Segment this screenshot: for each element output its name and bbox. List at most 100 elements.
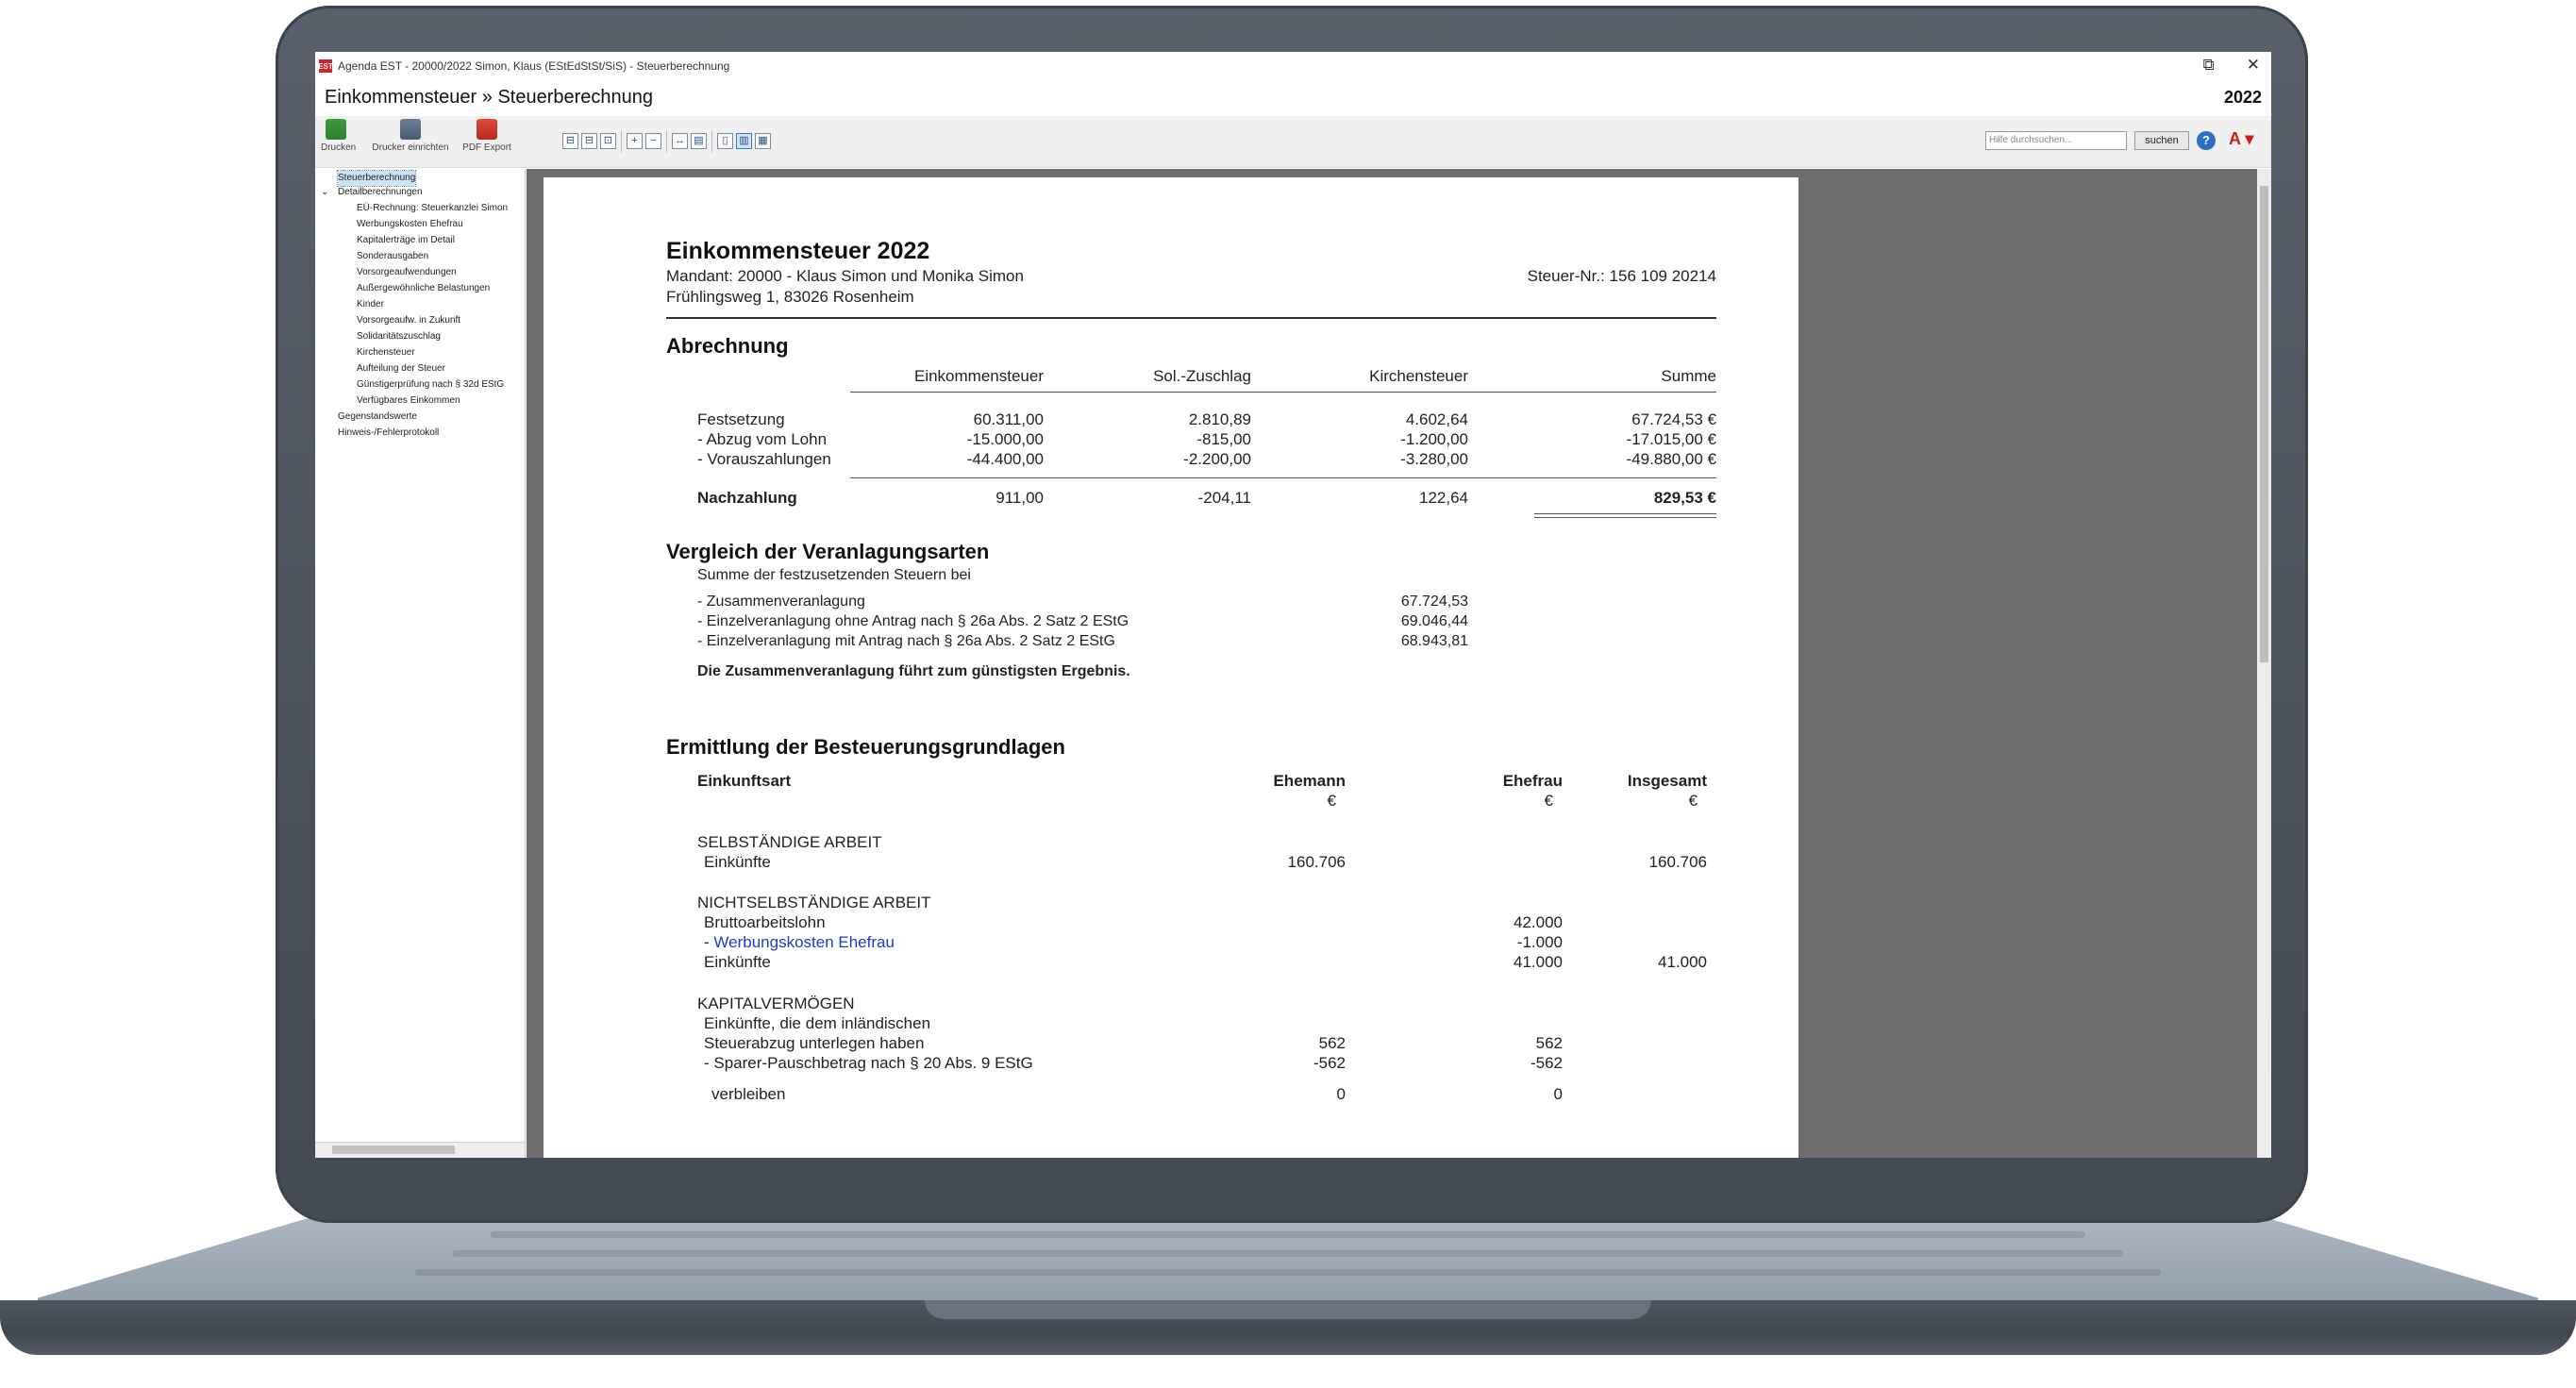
cell-value: -815,00 bbox=[1196, 430, 1251, 448]
nav-item-aussergewoehnliche-belastungen[interactable]: Außergewöhnliche Belastungen bbox=[357, 281, 490, 296]
nav-item-werbungskosten[interactable]: Werbungskosten Ehefrau bbox=[357, 217, 463, 232]
app-icon: EST bbox=[318, 59, 333, 73]
nav-item-sonderausgaben[interactable]: Sonderausgaben bbox=[357, 249, 428, 264]
cell-value: -3.280,00 bbox=[1400, 450, 1468, 468]
laptop-screen: EST Agenda EST - 20000/2022 Simon, Klaus… bbox=[315, 52, 2271, 1158]
row-label: verbleiben bbox=[711, 1085, 786, 1103]
cell-value: 41.000 bbox=[1514, 953, 1563, 971]
cell-value: -1.000 bbox=[1516, 933, 1563, 951]
cell-value: -49.880,00 € bbox=[1626, 450, 1716, 468]
column-header: Einkommensteuer bbox=[913, 367, 1044, 385]
table-rule bbox=[850, 477, 1716, 478]
printer-setup-icon bbox=[400, 119, 421, 140]
comparison-label: - Einzelveranlagung mit Antrag nach § 26… bbox=[697, 633, 1115, 649]
single-page-icon[interactable]: ▯ bbox=[717, 133, 733, 149]
header-rule bbox=[666, 317, 1716, 319]
acrobat-icon[interactable]: A ▾ bbox=[2229, 129, 2253, 149]
comparison-label: - Einzelveranlagung ohne Antrag nach § 2… bbox=[697, 613, 1129, 629]
printer-setup-button[interactable]: Drucker einrichten bbox=[372, 119, 449, 153]
toolbar: Drucken Drucker einrichten PDF Export ⊟ … bbox=[315, 116, 2271, 168]
fit-width-icon[interactable]: ↔ bbox=[672, 133, 688, 149]
previous-page-icon[interactable]: ⊟ bbox=[581, 133, 597, 149]
column-header: Sol.-Zuschlag bbox=[1153, 367, 1251, 385]
cell-value: -2.200,00 bbox=[1183, 450, 1251, 468]
keyboard-row bbox=[491, 1231, 2085, 1238]
scrollbar-thumb[interactable] bbox=[2260, 186, 2268, 662]
row-label: Einkünfte bbox=[704, 853, 771, 871]
keyboard-row bbox=[453, 1250, 2123, 1257]
scrollbar-thumb[interactable] bbox=[332, 1146, 455, 1154]
fit-page-icon[interactable]: ▤ bbox=[691, 133, 707, 149]
zoom-out-icon[interactable]: − bbox=[645, 133, 661, 149]
first-page-icon[interactable]: ⊟ bbox=[562, 133, 578, 149]
row-label: Einkünfte, die dem inländischen bbox=[704, 1014, 931, 1032]
total-value: -204,11 bbox=[1197, 489, 1251, 507]
client-name: Mandant: 20000 - Klaus Simon und Monika … bbox=[666, 267, 1024, 285]
breadcrumb-parent[interactable]: Einkommensteuer bbox=[325, 87, 477, 108]
nav-item-verfuegbares-einkommen[interactable]: Verfügbares Einkommen bbox=[357, 393, 460, 409]
help-icon[interactable]: ? bbox=[2197, 131, 2216, 150]
cell-value: 160.706 bbox=[1287, 853, 1346, 871]
comparison-value: 67.724,53 bbox=[1400, 594, 1468, 610]
year-label: 2022 bbox=[2223, 88, 2262, 107]
tree-expand-icon[interactable]: ⌄ bbox=[321, 185, 328, 200]
vertical-scrollbar[interactable] bbox=[2257, 169, 2271, 1158]
cell-value: 60.311,00 bbox=[973, 410, 1044, 428]
continuous-view-icon[interactable]: ▥ bbox=[736, 133, 752, 149]
toolbar-divider bbox=[711, 131, 712, 152]
column-header: Insgesamt bbox=[1627, 772, 1707, 790]
nav-item-vorsorgeaufwendungen[interactable]: Vorsorgeaufwendungen bbox=[357, 265, 457, 280]
help-search-input[interactable]: Hilfe durchsuchen... bbox=[1985, 131, 2127, 150]
total-value: 829,53 € bbox=[1653, 489, 1716, 507]
two-page-icon[interactable]: ▦ bbox=[755, 133, 771, 149]
print-label: Drucken bbox=[321, 142, 357, 153]
pdf-export-button[interactable]: PDF Export bbox=[460, 119, 513, 153]
nav-item-aufteilung[interactable]: Aufteilung der Steuer bbox=[357, 361, 445, 376]
nav-item-vorsorge-zukunft[interactable]: Vorsorgeaufw. in Zukunft bbox=[357, 313, 460, 328]
currency-label: € bbox=[1688, 792, 1698, 810]
row-label: Festsetzung bbox=[697, 410, 785, 428]
document-title: Einkommensteuer 2022 bbox=[666, 238, 930, 264]
close-window-icon[interactable]: ✕ bbox=[2247, 56, 2260, 75]
nav-item-gegenstandswerte[interactable]: Gegenstandswerte bbox=[338, 410, 417, 425]
restore-window-icon[interactable]: ⧉ bbox=[2203, 56, 2215, 75]
nav-item-kapitalertraege[interactable]: Kapitalerträge im Detail bbox=[357, 233, 455, 248]
comparison-value: 69.046,44 bbox=[1400, 613, 1468, 629]
laptop-opening-notch bbox=[925, 1300, 1651, 1319]
row-label: - Vorauszahlungen bbox=[697, 450, 831, 468]
nav-item-kinder[interactable]: Kinder bbox=[357, 297, 384, 312]
nav-item-eue-rechnung[interactable]: EÜ-Rechnung: Steuerkanzlei Simon bbox=[357, 201, 508, 216]
cell-value: 562 bbox=[1535, 1034, 1563, 1052]
comparison-intro: Summe der festzusetzenden Steuern bei bbox=[697, 567, 971, 583]
cell-value: -562 bbox=[1313, 1054, 1346, 1072]
nav-item-solidaritaetszuschlag[interactable]: Solidaritätszuschlag bbox=[357, 329, 441, 344]
printer-setup-label: Drucker einrichten bbox=[372, 142, 449, 153]
row-label: - Sparer-Pauschbetrag nach § 20 Abs. 9 E… bbox=[704, 1054, 1033, 1072]
column-header: Kirchensteuer bbox=[1369, 367, 1468, 385]
cell-value: 562 bbox=[1318, 1034, 1346, 1052]
cell-value: -44.400,00 bbox=[966, 450, 1044, 468]
nav-item-steuerberechnung[interactable]: Steuerberechnung bbox=[336, 170, 417, 187]
navigation-tree: Steuerberechnung ⌄ Detailberechnungen EÜ… bbox=[315, 169, 526, 1158]
nav-item-kirchensteuer[interactable]: Kirchensteuer bbox=[357, 345, 415, 360]
comparison-conclusion: Die Zusammenveranlagung führt zum günsti… bbox=[697, 663, 1130, 679]
nav-item-detailberechnungen[interactable]: Detailberechnungen bbox=[338, 185, 423, 200]
section-heading-abrechnung: Abrechnung bbox=[666, 334, 789, 358]
column-header: Ehefrau bbox=[1502, 772, 1563, 790]
nav-item-fehlerprotokoll[interactable]: Hinweis-/Fehlerprotokoll bbox=[338, 426, 439, 441]
print-button[interactable]: Drucken bbox=[321, 119, 356, 153]
search-button[interactable]: suchen bbox=[2134, 131, 2189, 150]
nav-item-guenstigerpruefung[interactable]: Günstigerprüfung nach § 32d EStG bbox=[357, 377, 504, 393]
double-underline bbox=[1534, 517, 1716, 518]
next-page-icon[interactable]: ⊡ bbox=[600, 133, 616, 149]
werbungskosten-link[interactable]: Werbungskosten Ehefrau bbox=[713, 933, 895, 951]
zoom-in-icon[interactable]: + bbox=[627, 133, 643, 149]
row-label: - Abzug vom Lohn bbox=[697, 430, 828, 448]
nav-horizontal-scrollbar[interactable] bbox=[315, 1142, 525, 1158]
tax-number: Steuer-Nr.: 156 109 20214 bbox=[1527, 267, 1716, 285]
print-icon bbox=[326, 119, 346, 140]
document-page: Einkommensteuer 2022 Mandant: 20000 - Kl… bbox=[544, 177, 1798, 1158]
table-rule bbox=[850, 392, 1716, 393]
cell-value: 67.724,53 € bbox=[1631, 410, 1716, 428]
toolbar-divider bbox=[666, 131, 667, 152]
